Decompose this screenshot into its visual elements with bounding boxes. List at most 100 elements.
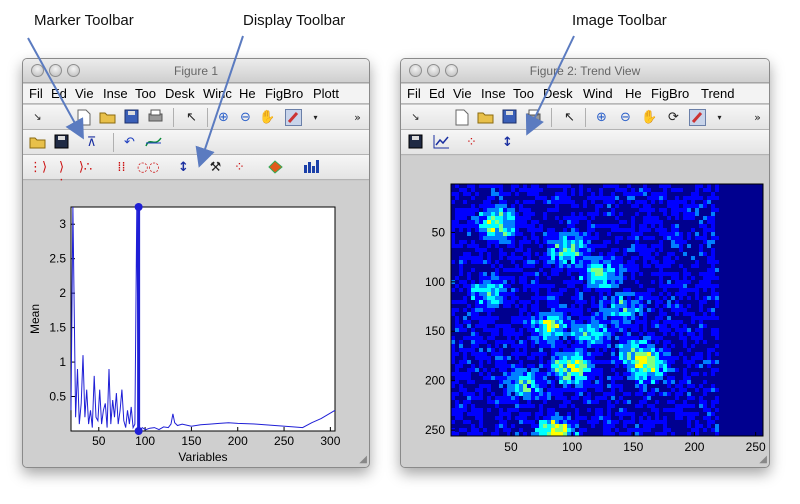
undo-marker-icon[interactable]: ↶ [121,134,138,151]
vertical-scale-icon[interactable]: ↕ [175,159,192,176]
heatmap-cell [451,396,455,400]
toolbar-overflow-icon[interactable]: » [749,109,766,126]
menu-help[interactable]: He [233,84,259,103]
heatmap-cell [499,188,503,192]
menu-file[interactable]: Fil [401,84,423,103]
surface-plot-icon[interactable] [267,159,284,176]
pointer-icon[interactable]: ↖ [183,109,200,126]
line-chart[interactable]: 50 100 150 200 250 3000.511.522.53VariablesMe… [23,181,370,468]
heatmap-cell [467,376,471,380]
heatmap-cell [647,308,651,312]
menu-figbrowser[interactable]: FigBro [645,84,695,103]
select-mid-icon[interactable]: ⟩⋮ [53,159,70,192]
heatmap-cell [599,268,603,272]
open-folder-icon[interactable] [477,109,494,126]
rotate-icon[interactable]: ⟳ [665,109,682,126]
heatmap-cell [659,336,663,340]
resize-grip-icon[interactable]: ◢ [359,454,367,465]
menu-window[interactable]: Winc [197,84,233,103]
menu-trendtools[interactable]: Trend [695,84,745,103]
dock-arrow-icon[interactable]: ↘ [29,109,46,126]
heatmap-cell [643,260,647,264]
save-marker-icon[interactable] [53,134,70,151]
dock-arrow-icon[interactable]: ↘ [407,109,424,126]
trend-line-icon[interactable] [433,134,450,151]
heatmap-cell [475,356,479,360]
pan-hand-icon[interactable]: ✋ [641,109,658,126]
brush-icon[interactable] [285,109,302,126]
toolbar-overflow-icon[interactable]: » [349,109,366,126]
menu-view[interactable]: Vie [69,84,97,103]
heatmap-cell [659,192,663,196]
menu-window[interactable]: Wind [577,84,619,103]
resize-grip-icon[interactable]: ◢ [759,454,767,465]
brush-dropdown-icon[interactable]: ▾ [711,109,728,126]
zoom-in-icon[interactable]: ⊕ [593,109,610,126]
select-right-icon[interactable]: ⟩∴ [77,159,94,176]
heatmap-cell [687,304,691,308]
pin-marker-icon[interactable]: ⊼ [83,134,100,151]
print-icon[interactable] [525,109,542,126]
brush-dropdown-icon[interactable]: ▾ [307,109,324,126]
zoom-out-icon[interactable]: ⊖ [237,109,254,126]
menu-view[interactable]: Vie [447,84,475,103]
heatmap-cell [675,212,679,216]
heatmap-cell [531,184,535,188]
menu-edit[interactable]: Ed [423,84,447,103]
scatter-select-icon[interactable]: ⁞⁞ [113,159,130,176]
minimize-button[interactable] [427,64,440,77]
print-icon[interactable] [147,109,164,126]
zoom-in-icon[interactable]: ⊕ [215,109,232,126]
menu-tools[interactable]: Too [507,84,537,103]
heatmap-cell [651,408,655,412]
menu-edit[interactable]: Ed [45,84,69,103]
open-folder-icon[interactable] [99,109,116,126]
menu-plottools[interactable]: Plott [307,84,351,103]
heatmap-cell [487,292,491,296]
tools-icon[interactable]: ⚒ [207,159,224,176]
pointer-icon[interactable]: ↖ [561,109,578,126]
heatmap-cell [463,240,467,244]
menu-insert[interactable]: Inse [475,84,507,103]
heatmap-cell [643,324,647,328]
zoom-button[interactable] [67,64,80,77]
heatmap-chart[interactable]: 50 100 150 200 25050100150200250 [401,156,770,468]
new-figure-icon[interactable] [75,109,92,126]
group-select-icon[interactable]: ◌◌ [137,159,160,176]
heatmap-cell [659,208,663,212]
save-icon[interactable] [123,109,140,126]
pan-hand-icon[interactable]: ✋ [259,109,276,126]
new-figure-icon[interactable] [453,109,470,126]
zoom-out-icon[interactable]: ⊖ [617,109,634,126]
menu-figbrowser[interactable]: FigBro [259,84,307,103]
open-marker-icon[interactable] [29,134,46,151]
menu-insert[interactable]: Inse [97,84,129,103]
heatmap-cell [651,280,655,284]
heatmap-cell [607,416,611,420]
heatmap-cell [679,208,683,212]
window-titlebar[interactable]: Figure 2: Trend View [401,59,769,83]
window-titlebar[interactable]: Figure 1 [23,59,369,83]
trend-marker-icon[interactable] [145,134,162,151]
menu-desktop[interactable]: Desk [159,84,197,103]
menu-help[interactable]: He [619,84,645,103]
brush-icon[interactable] [689,109,706,126]
heatmap-cell [459,208,463,212]
menu-desktop[interactable]: Desk [537,84,577,103]
zoom-button[interactable] [445,64,458,77]
save-icon[interactable] [501,109,518,126]
menu-tools[interactable]: Too [129,84,159,103]
select-left-icon[interactable]: ⋮⟩ [29,159,47,176]
heatmap-cell [527,356,531,360]
menu-file[interactable]: Fil [23,84,45,103]
heatmap-cell [599,336,603,340]
minimize-button[interactable] [49,64,62,77]
bar-plot-icon[interactable] [303,159,320,176]
close-button[interactable] [409,64,422,77]
heatmap-cell [543,196,547,200]
select-points-icon[interactable]: ⁘ [231,159,248,176]
save-image-icon[interactable] [407,134,424,151]
close-button[interactable] [31,64,44,77]
select-points-icon[interactable]: ⁘ [463,134,480,151]
vertical-scale-icon[interactable]: ↕ [499,134,516,151]
